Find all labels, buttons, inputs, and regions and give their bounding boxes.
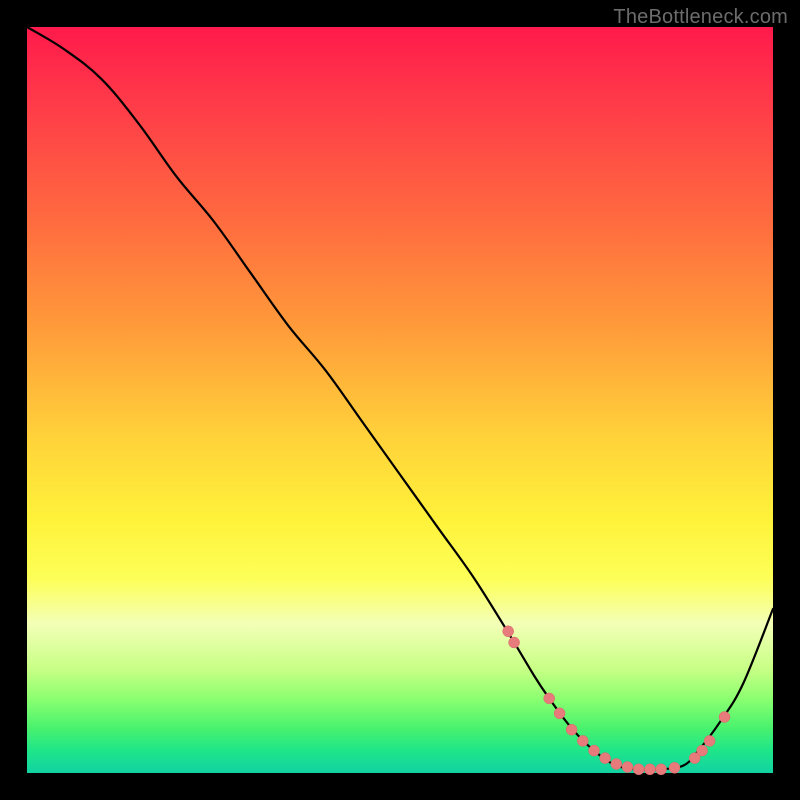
marker-dot: [577, 735, 588, 746]
marker-dot: [633, 764, 644, 775]
marker-dot: [554, 708, 565, 719]
marker-dot: [719, 712, 730, 723]
marker-dot: [697, 745, 708, 756]
bottleneck-curve: [27, 27, 773, 770]
marker-dot: [611, 759, 622, 770]
marker-dot: [622, 762, 633, 773]
chart-frame: TheBottleneck.com: [0, 0, 800, 800]
attribution-text: TheBottleneck.com: [613, 6, 788, 29]
marker-dot: [704, 735, 715, 746]
marker-dot: [544, 693, 555, 704]
curve-layer: [27, 27, 773, 773]
marker-dot: [600, 753, 611, 764]
marker-dot: [503, 626, 514, 637]
marker-dot: [644, 764, 655, 775]
marker-dot: [669, 762, 680, 773]
plot-area: [27, 27, 773, 773]
marker-dot: [589, 745, 600, 756]
marker-dot: [566, 724, 577, 735]
marker-dot: [509, 637, 520, 648]
marker-dot: [656, 764, 667, 775]
